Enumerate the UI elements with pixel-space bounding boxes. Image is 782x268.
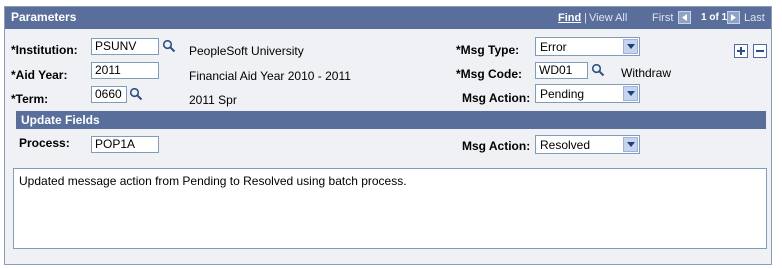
update-msg-action-select[interactable]: Resolved [535, 135, 640, 154]
next-arrow-icon[interactable] [727, 11, 740, 24]
process-label: Process: [19, 136, 70, 150]
update-msg-action-label: Msg Action: [462, 139, 531, 153]
msg-action-label: Msg Action: [462, 91, 531, 105]
aid-year-label: *Aid Year: [11, 68, 68, 82]
parameters-panel: Parameters Find | View All First 1 of 1 … [4, 6, 772, 265]
chevron-down-icon [623, 137, 638, 152]
first-link[interactable]: First [652, 12, 673, 24]
msg-type-label: *Msg Type: [456, 43, 520, 57]
aid-year-description: Financial Aid Year 2010 - 2011 [189, 69, 351, 83]
last-link[interactable]: Last [744, 12, 765, 24]
view-all-link[interactable]: View All [589, 12, 627, 24]
msg-action-select[interactable]: Pending [535, 84, 640, 103]
institution-description: PeopleSoft University [189, 44, 304, 58]
term-lookup-icon[interactable] [129, 87, 143, 101]
update-msg-action-value: Resolved [540, 138, 591, 152]
find-link[interactable]: Find [558, 12, 581, 24]
msg-code-description: Withdraw [621, 66, 672, 80]
row-count: 1 of 1 [701, 12, 728, 23]
panel-header: Parameters Find | View All First 1 of 1 … [5, 7, 771, 29]
nav-separator: | [584, 12, 587, 24]
msg-code-lookup-icon[interactable] [591, 63, 605, 77]
delete-row-button[interactable] [753, 44, 767, 58]
msg-type-value: Error [540, 40, 567, 54]
msg-code-input[interactable]: WD01 [535, 62, 588, 79]
institution-lookup-icon[interactable] [162, 39, 176, 53]
previous-arrow-icon[interactable] [678, 11, 691, 24]
institution-label: *Institution: [11, 43, 78, 57]
msg-code-label: *Msg Code: [456, 67, 522, 81]
chevron-down-icon [623, 39, 638, 54]
msg-type-select[interactable]: Error [535, 37, 640, 56]
chevron-down-icon [623, 86, 638, 101]
add-row-button[interactable] [734, 44, 748, 58]
aid-year-input[interactable]: 2011 [91, 62, 159, 79]
term-label: *Term: [11, 92, 49, 106]
msg-action-value: Pending [540, 87, 585, 101]
update-fields-header: Update Fields [16, 111, 766, 129]
term-description: 2011 Spr [189, 93, 237, 107]
panel-title: Parameters [11, 10, 77, 24]
institution-input[interactable]: PSUNV [91, 38, 159, 55]
comment-textarea[interactable]: Updated message action from Pending to R… [13, 168, 767, 249]
term-input[interactable]: 0660 [91, 86, 127, 103]
process-input[interactable]: POP1A [91, 136, 159, 153]
update-fields-title: Update Fields [21, 113, 100, 127]
